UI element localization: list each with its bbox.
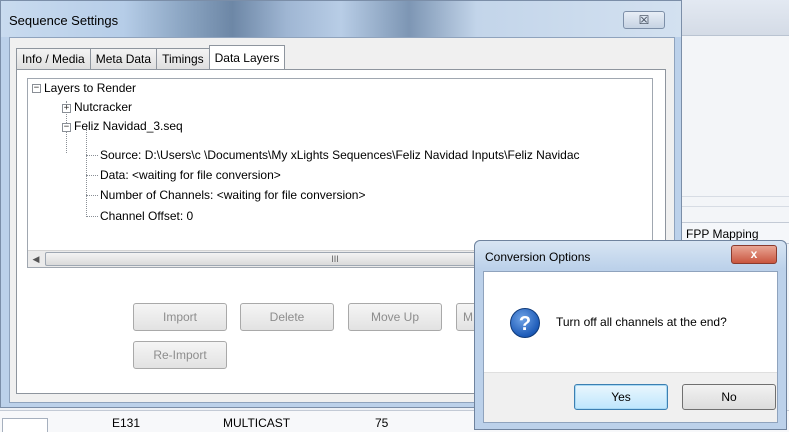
- tree-connector: [86, 216, 98, 217]
- table-cell-channels: 75: [375, 416, 389, 430]
- tree-node-channels[interactable]: Number of Channels: <waiting for file co…: [100, 188, 365, 202]
- tree-node-data[interactable]: Data: <waiting for file conversion>: [100, 168, 281, 182]
- tab-bar: Info / Media Meta Data Timings Data Laye…: [16, 45, 286, 69]
- yes-button[interactable]: Yes: [574, 384, 668, 410]
- dialog-title: Sequence Settings: [9, 13, 119, 28]
- tree-node-layers-to-render[interactable]: Layers to Render: [44, 81, 136, 95]
- conversion-body: ? Turn off all channels at the end? Yes …: [483, 271, 778, 423]
- tree-node-offset[interactable]: Channel Offset: 0: [100, 209, 193, 223]
- conversion-title: Conversion Options: [485, 250, 591, 264]
- close-icon: x: [750, 247, 758, 261]
- conversion-button-bar: Yes No: [484, 372, 777, 422]
- tree-connector: [86, 175, 98, 176]
- tree-node-source[interactable]: Source: D:\Users\c \Documents\My xLights…: [100, 148, 580, 162]
- conversion-options-dialog: Conversion Options x ? Turn off all chan…: [474, 240, 787, 430]
- dialog-close-button[interactable]: ☒: [623, 11, 665, 29]
- reimport-button[interactable]: Re-Import: [133, 341, 227, 369]
- grip-icon: III: [331, 254, 339, 264]
- collapse-icon[interactable]: −: [62, 123, 71, 132]
- tree-connector: [86, 127, 87, 217]
- conversion-close-button[interactable]: x: [731, 245, 777, 264]
- background-field[interactable]: [2, 418, 48, 432]
- tab-meta-data[interactable]: Meta Data: [89, 48, 158, 69]
- dialog-titlebar[interactable]: Sequence Settings ☒: [1, 1, 681, 37]
- tree-connector: [86, 195, 98, 196]
- table-cell-protocol: E131: [112, 416, 141, 430]
- close-icon: ☒: [638, 13, 650, 27]
- tree-node-nutcracker[interactable]: Nutcracker: [74, 100, 132, 114]
- tab-data-layers[interactable]: Data Layers: [208, 45, 286, 69]
- tab-timings[interactable]: Timings: [156, 48, 210, 69]
- collapse-icon[interactable]: −: [32, 84, 41, 93]
- table-cell-type: MULTICAST: [223, 416, 291, 430]
- question-icon: ?: [510, 308, 540, 338]
- conversion-titlebar[interactable]: Conversion Options x: [475, 241, 786, 269]
- tab-info-media[interactable]: Info / Media: [16, 48, 91, 69]
- background-divider: [682, 196, 789, 197]
- delete-button[interactable]: Delete: [240, 303, 334, 331]
- conversion-message: Turn off all channels at the end?: [556, 315, 727, 329]
- scroll-left-icon[interactable]: ◀: [28, 251, 44, 267]
- tree-connector: [86, 155, 98, 156]
- background-divider: [682, 206, 789, 207]
- background-toolbar: [680, 0, 789, 36]
- tree-node-file[interactable]: Feliz Navidad_3.seq: [74, 119, 183, 133]
- expand-icon[interactable]: +: [62, 104, 71, 113]
- import-button[interactable]: Import: [133, 303, 227, 331]
- no-button[interactable]: No: [682, 384, 776, 410]
- move-up-button[interactable]: Move Up: [348, 303, 442, 331]
